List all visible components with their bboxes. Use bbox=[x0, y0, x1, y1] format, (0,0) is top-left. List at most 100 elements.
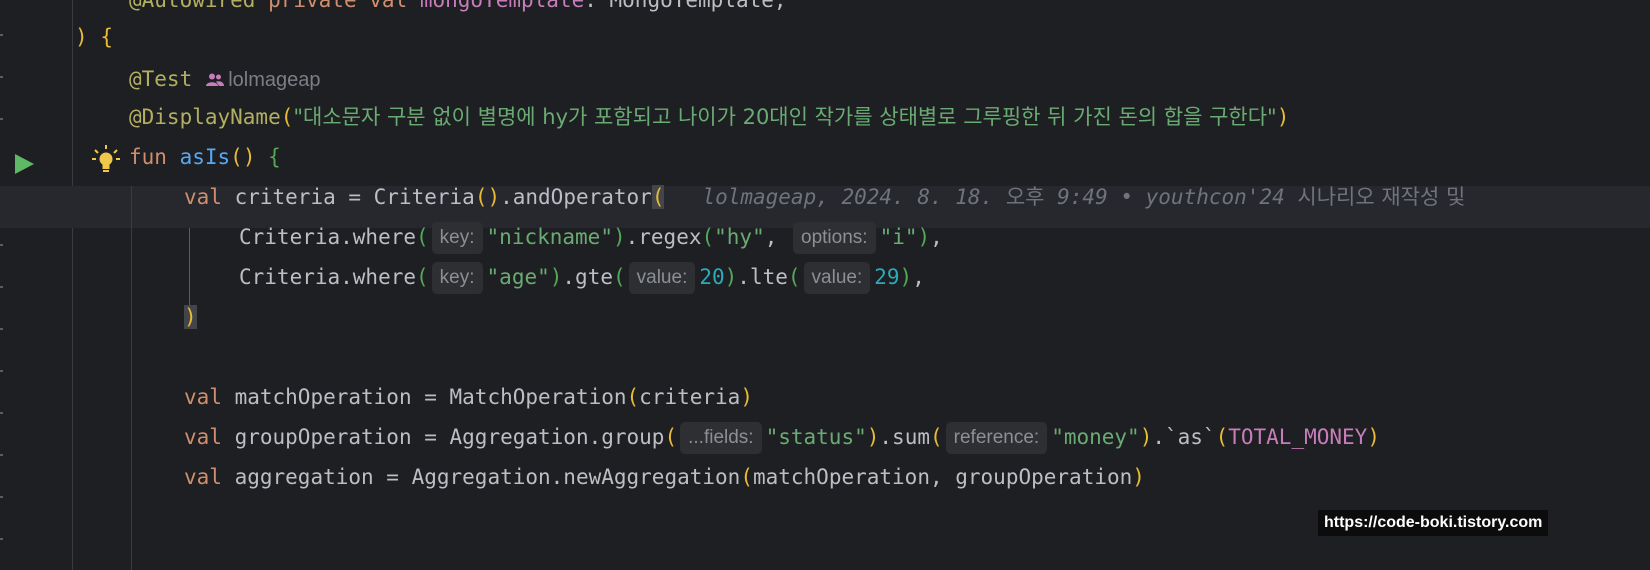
paren: ( bbox=[701, 225, 715, 249]
string-literal: "age" bbox=[486, 265, 550, 289]
paren: () bbox=[474, 185, 501, 209]
indent-guide bbox=[131, 186, 132, 570]
method-call: .sum bbox=[879, 425, 930, 449]
string-literal: "nickname" bbox=[486, 225, 613, 249]
gutter-marker bbox=[0, 370, 3, 372]
paren: ) bbox=[549, 265, 563, 289]
parameter-hint: value: bbox=[803, 262, 871, 294]
method-call: .andOperator bbox=[500, 185, 652, 209]
paren: ( bbox=[929, 425, 943, 449]
paren: ) bbox=[1132, 465, 1145, 489]
paren: ) bbox=[866, 425, 880, 449]
paren: ( bbox=[1215, 425, 1229, 449]
matched-paren: ) bbox=[184, 305, 197, 329]
type-text: : MongoTemplate, bbox=[584, 0, 787, 12]
gutter-marker bbox=[0, 244, 3, 246]
paren: ) bbox=[1276, 105, 1290, 129]
code-line[interactable]: fun asIs() { bbox=[129, 136, 281, 178]
git-blame-text: lolmageap, 2024. 8. 18. bbox=[702, 185, 1006, 209]
paren: ( bbox=[626, 385, 640, 409]
parameter-hint: key: bbox=[431, 262, 483, 294]
git-blame-text: 오후 bbox=[1005, 185, 1045, 209]
display-name-string: "대소문자 구분 없이 별명에 hy가 포함되고 나이가 20대인 작가를 상태… bbox=[293, 105, 1277, 129]
code-line[interactable]: val aggregation = Aggregation.newAggrega… bbox=[184, 456, 1145, 498]
method-call: .`as` bbox=[1152, 425, 1216, 449]
paren: ( bbox=[612, 265, 626, 289]
paren: ( bbox=[416, 265, 429, 289]
code-line[interactable]: ) bbox=[184, 296, 197, 338]
parameter-hint: reference: bbox=[945, 422, 1048, 454]
code-line[interactable]: Criteria.where(key: "age").gte(value: 20).… bbox=[239, 256, 925, 298]
code-text: criteria = Criteria bbox=[221, 185, 475, 209]
paren: ) bbox=[1367, 425, 1380, 449]
keyword: val bbox=[184, 385, 222, 409]
editor-gutter[interactable] bbox=[0, 0, 72, 570]
keyword: private bbox=[268, 0, 357, 12]
git-blame-text: 9:49 • youthcon'24 bbox=[1044, 185, 1298, 209]
gutter-marker bbox=[0, 496, 3, 498]
code-text: criteria bbox=[639, 385, 741, 409]
code-text: matchOperation = MatchOperation bbox=[221, 385, 627, 409]
code-text: Criteria.where bbox=[239, 265, 417, 289]
method-call: .lte bbox=[737, 265, 788, 289]
keyword: val bbox=[184, 465, 222, 489]
paren: ) bbox=[899, 265, 913, 289]
gutter-marker bbox=[0, 538, 3, 540]
annotation: @DisplayName bbox=[129, 105, 281, 129]
parameter-hint: ...fields: bbox=[680, 422, 762, 454]
code-line[interactable]: @Autowired private val mongoTemplate: Mo… bbox=[129, 0, 787, 21]
method-call: .regex bbox=[625, 225, 702, 249]
paren: ( bbox=[664, 425, 678, 449]
author-name: lolmageap bbox=[228, 69, 321, 91]
string-literal: "hy" bbox=[714, 225, 765, 249]
gutter-marker bbox=[0, 34, 3, 36]
string-literal: "status" bbox=[765, 425, 867, 449]
gutter-marker bbox=[0, 328, 3, 330]
code-line[interactable]: @Test lolmageap bbox=[129, 58, 321, 100]
keyword: fun bbox=[129, 145, 167, 169]
code-line[interactable]: @DisplayName("대소문자 구분 없이 별명에 hy가 포함되고 나이… bbox=[129, 96, 1289, 138]
keyword: val bbox=[184, 425, 222, 449]
property-name: mongoTemplate bbox=[419, 0, 585, 12]
paren: ) bbox=[75, 25, 88, 49]
gutter-marker bbox=[0, 286, 3, 288]
paren: ) bbox=[917, 225, 931, 249]
parameter-hint: key: bbox=[431, 222, 483, 254]
paren: ) bbox=[1139, 425, 1153, 449]
code-text: , bbox=[930, 225, 943, 249]
method-call: .gte bbox=[562, 265, 613, 289]
code-line[interactable]: val criteria = Criteria().andOperator( l… bbox=[184, 176, 1465, 218]
run-test-icon[interactable] bbox=[12, 152, 36, 176]
gutter-marker bbox=[0, 454, 3, 456]
annotation: @Test bbox=[129, 67, 193, 91]
code-text: groupOperation = Aggregation.group bbox=[221, 425, 665, 449]
code-text: , bbox=[764, 225, 791, 249]
paren: ) bbox=[740, 385, 753, 409]
gutter-marker bbox=[0, 76, 3, 78]
code-line[interactable]: Criteria.where(key: "nickname").regex("hy… bbox=[239, 216, 943, 258]
code-author-hint[interactable]: lolmageap bbox=[206, 59, 321, 101]
watermark-url: https://code-boki.tistory.com bbox=[1318, 510, 1549, 536]
code-editor[interactable]: @Autowired private val mongoTemplate: Mo… bbox=[0, 0, 1650, 570]
paren: ( bbox=[280, 105, 294, 129]
function-name: asIs bbox=[179, 145, 231, 169]
paren: ( bbox=[740, 465, 753, 489]
lightbulb-icon[interactable] bbox=[92, 144, 120, 174]
code-line[interactable]: ) { bbox=[75, 16, 113, 58]
git-blame-text: 시나리오 재작성 및 bbox=[1297, 185, 1466, 209]
number-literal: 29 bbox=[874, 265, 900, 289]
code-text: , bbox=[912, 265, 925, 289]
code-text: matchOperation, groupOperation bbox=[752, 465, 1133, 489]
gutter-marker bbox=[0, 412, 3, 414]
code-text: aggregation = Aggregation.newAggregation bbox=[221, 465, 741, 489]
gutter-marker bbox=[0, 118, 3, 120]
code-line[interactable]: val groupOperation = Aggregation.group(.… bbox=[184, 416, 1380, 458]
matched-paren: ( bbox=[651, 185, 665, 209]
code-text: Criteria.where bbox=[239, 225, 417, 249]
paren: ( bbox=[416, 225, 429, 249]
code-line[interactable]: val matchOperation = MatchOperation(crit… bbox=[184, 376, 753, 418]
users-icon bbox=[206, 73, 225, 86]
paren: () bbox=[230, 145, 256, 169]
parameter-hint: options: bbox=[793, 222, 876, 254]
parameter-hint: value: bbox=[628, 262, 696, 294]
